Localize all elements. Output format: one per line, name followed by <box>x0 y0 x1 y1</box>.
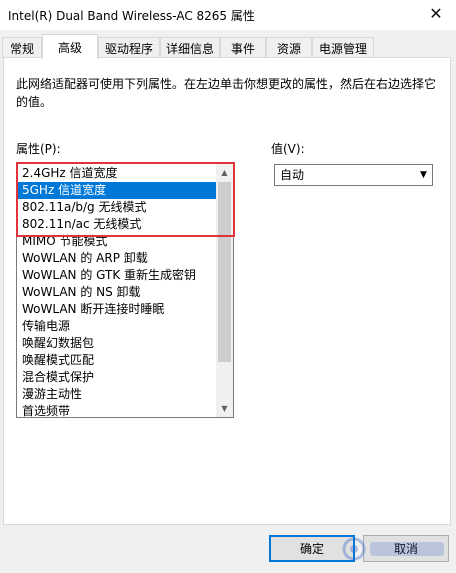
property-item[interactable]: 2.4GHz 信道宽度 <box>18 165 218 182</box>
property-scrollbar[interactable]: ▲ ▼ <box>216 164 233 417</box>
property-label: 属性(P): <box>16 142 61 156</box>
value-select-text: 自动 <box>280 168 305 182</box>
close-button[interactable]: ✕ <box>416 0 456 26</box>
scrollbar-thumb[interactable] <box>218 182 231 362</box>
window-title: Intel(R) Dual Band Wireless-AC 8265 属性 <box>8 9 255 23</box>
property-listbox[interactable]: 2.4GHz 信道宽度 5GHz 信道宽度 802.11a/b/g 无线模式 8… <box>16 163 234 418</box>
scroll-down-button[interactable]: ▼ <box>216 400 233 417</box>
tab-driver[interactable]: 驱动程序 <box>98 37 160 58</box>
tab-general[interactable]: 常规 <box>2 37 42 58</box>
property-item[interactable]: 802.11n/ac 无线模式 <box>18 216 218 233</box>
panel-description: 此网络适配器可使用下列属性。在左边单击你想更改的属性，然后在右边选择它的值。 <box>16 77 437 109</box>
tab-details[interactable]: 详细信息 <box>160 37 220 58</box>
property-item[interactable]: WoWLAN 断开连接时睡眠 <box>18 301 218 318</box>
dropdown-arrow-icon: ▼ <box>420 170 427 180</box>
property-item[interactable]: 传输电源 <box>18 318 218 335</box>
property-item[interactable]: 唤醒模式匹配 <box>18 352 218 369</box>
tab-events[interactable]: 事件 <box>220 37 266 58</box>
chevron-down-icon: ▼ <box>221 404 228 413</box>
close-icon: ✕ <box>429 3 443 23</box>
property-item[interactable]: 802.11a/b/g 无线模式 <box>18 199 218 216</box>
tab-strip: 常规 高级 驱动程序 详细信息 事件 资源 电源管理 <box>0 34 456 59</box>
value-label: 值(V): <box>271 142 305 156</box>
value-select[interactable]: 自动 ▼ <box>274 164 433 186</box>
property-item[interactable]: WoWLAN 的 ARP 卸载 <box>18 250 218 267</box>
tab-power-management[interactable]: 电源管理 <box>312 37 374 58</box>
property-item[interactable]: 唤醒幻数据包 <box>18 335 218 352</box>
property-item[interactable]: WoWLAN 的 GTK 重新生成密钥 <box>18 267 218 284</box>
property-item[interactable]: WoWLAN 的 NS 卸载 <box>18 284 218 301</box>
property-item[interactable]: 混合模式保护 <box>18 369 218 386</box>
property-item[interactable]: 首选频带 <box>18 403 218 417</box>
tab-resources[interactable]: 资源 <box>266 37 312 58</box>
property-item-selected[interactable]: 5GHz 信道宽度 <box>18 182 218 199</box>
advanced-panel: 此网络适配器可使用下列属性。在左边单击你想更改的属性，然后在右边选择它的值。 属… <box>3 57 451 525</box>
cancel-button[interactable]: 取消 <box>363 535 449 562</box>
property-item[interactable]: MIMO 节能模式 <box>18 233 218 250</box>
ok-button[interactable]: 确定 <box>269 535 355 562</box>
title-bar: Intel(R) Dual Band Wireless-AC 8265 属性 ✕ <box>0 0 456 30</box>
scroll-up-button[interactable]: ▲ <box>216 164 233 181</box>
tab-advanced[interactable]: 高级 <box>42 34 98 59</box>
chevron-up-icon: ▲ <box>221 168 228 177</box>
property-item[interactable]: 漫游主动性 <box>18 386 218 403</box>
